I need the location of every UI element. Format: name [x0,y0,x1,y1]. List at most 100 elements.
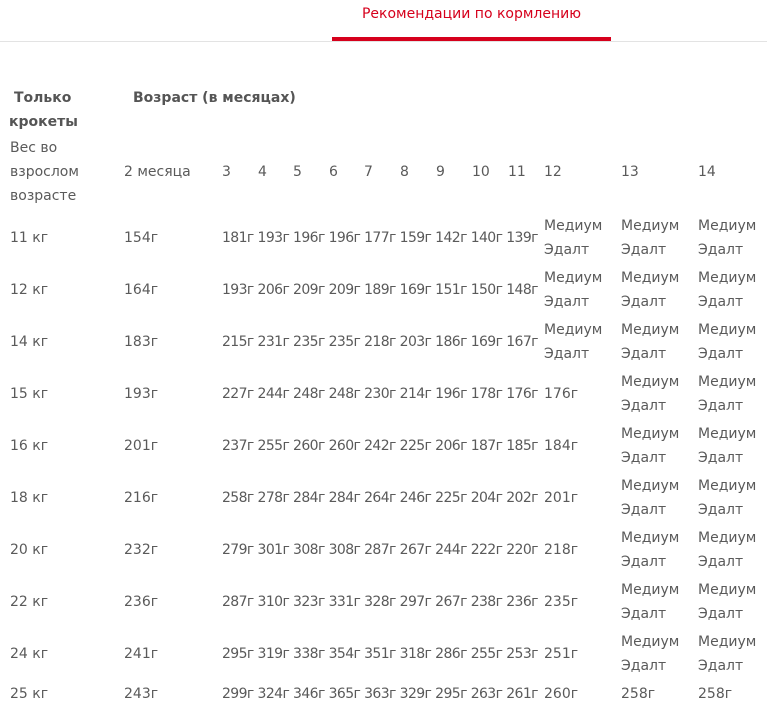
monthly-portions: 258г 278г 284г 284г 264г 246г 225г 204г … [222,490,539,506]
month-header: 4 [258,164,267,180]
medium-adult-text: Медиум [621,530,680,546]
header-kibble-only: Только крокеты [9,86,89,134]
medium-adult-text: Медиум [698,582,757,598]
medium-adult-text: Эдалт [698,294,744,310]
header-weight-line2: взрослом [10,164,79,180]
monthly-portions: 287г 310г 323г 331г 328г 297г 267г 238г … [222,594,539,610]
medium-adult-text: Медиум [698,322,757,338]
monthly-portions: 299г 324г 346г 365г 363г 329г 295г 263г … [222,686,539,702]
medium-adult-text: Эдалт [621,346,667,362]
two-month-cell: 193г [124,386,159,402]
medium-adult-note: Медиум Эдалт [621,318,679,366]
medium-adult-text: Эдалт [698,502,744,518]
medium-adult-note: Медиум Эдалт [621,214,679,262]
medium-adult-note: Медиум Эдалт [621,526,679,574]
monthly-portions: 279г 301г 308г 308г 287г 267г 244г 222г … [222,542,539,558]
medium-adult-text: Медиум [621,582,680,598]
medium-adult-note: Медиум Эдалт [544,318,602,366]
month-header: 12 [544,164,562,180]
tab-bar: Рекомендации по кормлению [0,0,767,42]
monthly-portions: 181г 193г 196г 196г 177г 159г 142г 140г … [222,230,539,246]
medium-adult-text: Эдалт [621,502,667,518]
table-row: 16 кг 201г 237г 255г 260г 260г 242г 225г 2… [0,420,767,472]
header-kibble-only-line1: Только [14,90,72,106]
month-14-cell: 258г [698,686,733,702]
medium-adult-text: Медиум [621,426,680,442]
header-kibble-only-line2: крокеты [9,114,78,130]
medium-adult-text: Эдалт [544,294,590,310]
medium-adult-note: Медиум Эдалт [698,370,756,418]
month-12-cell: 176г [544,386,579,402]
month-header: 8 [400,164,409,180]
weight-cell: 22 кг [10,594,49,610]
weight-cell: 14 кг [10,334,49,350]
month-12-cell: 260г [544,686,579,702]
medium-adult-text: Эдалт [698,450,744,466]
month-12-cell: 184г [544,438,579,454]
medium-adult-text: Медиум [621,218,680,234]
header-weight-line1: Вес во [10,140,58,156]
month-header: 2 месяца [124,164,191,180]
two-month-cell: 241г [124,646,159,662]
medium-adult-text: Медиум [621,322,680,338]
medium-adult-note: Медиум Эдалт [621,578,679,626]
header-age-months: Возраст (в месяцах) [133,90,296,106]
month-header: 14 [698,164,716,180]
medium-adult-text: Медиум [698,634,757,650]
weight-cell: 18 кг [10,490,49,506]
medium-adult-text: Эдалт [544,242,590,258]
two-month-cell: 154г [124,230,159,246]
medium-adult-note: Медиум Эдалт [698,266,756,314]
month-header: 11 [508,164,526,180]
medium-adult-text: Медиум [544,270,603,286]
monthly-portions: 295г 319г 338г 354г 351г 318г 286г 255г … [222,646,539,662]
month-12-cell: 218г [544,542,579,558]
weight-cell: 12 кг [10,282,49,298]
medium-adult-text: Медиум [698,374,757,390]
medium-adult-text: Эдалт [544,346,590,362]
tab-label: Рекомендации по кормлению [361,6,582,22]
medium-adult-note: Медиум Эдалт [698,526,756,574]
weight-cell: 15 кг [10,386,49,402]
medium-adult-text: Медиум [621,374,680,390]
month-header: 13 [621,164,639,180]
medium-adult-text: Эдалт [621,398,667,414]
medium-adult-text: Медиум [698,270,757,286]
table-row: 22 кг 236г 287г 310г 323г 331г 328г 297г 2… [0,576,767,628]
medium-adult-text: Эдалт [698,346,744,362]
medium-adult-text: Эдалт [698,554,744,570]
medium-adult-note: Медиум Эдалт [621,474,679,522]
month-header: 10 [472,164,490,180]
medium-adult-text: Эдалт [621,554,667,570]
medium-adult-note: Медиум Эдалт [544,266,602,314]
medium-adult-note: Медиум Эдалт [698,474,756,522]
medium-adult-text: Медиум [698,426,757,442]
medium-adult-note: Медиум Эдалт [698,214,756,262]
weight-cell: 11 кг [10,230,49,246]
tab-feeding-recommendations[interactable]: Рекомендации по кормлению [332,0,611,41]
medium-adult-text: Медиум [544,322,603,338]
month-13-cell: 258г [621,686,656,702]
two-month-cell: 243г [124,686,159,702]
medium-adult-text: Эдалт [621,450,667,466]
medium-adult-text: Медиум [544,218,603,234]
two-month-cell: 201г [124,438,159,454]
month-12-cell: 251г [544,646,579,662]
medium-adult-text: Медиум [698,530,757,546]
medium-adult-note: Медиум Эдалт [621,370,679,418]
table-row: 12 кг 164г 193г 206г 209г 209г 189г 169г 1… [0,264,767,316]
month-12-cell: 201г [544,490,579,506]
monthly-portions: 227г 244г 248г 248г 230г 214г 196г 178г … [222,386,539,402]
medium-adult-note: Медиум Эдалт [621,266,679,314]
table-row: 20 кг 232г 279г 301г 308г 308г 287г 267г 2… [0,524,767,576]
header-adult-weight: Вес во взрослом возрасте [10,136,110,208]
medium-adult-text: Эдалт [621,294,667,310]
medium-adult-note: Медиум Эдалт [698,422,756,470]
monthly-portions: 237г 255г 260г 260г 242г 225г 206г 187г … [222,438,539,454]
active-tab-indicator [332,37,611,41]
medium-adult-text: Медиум [698,218,757,234]
weight-cell: 25 кг [10,686,49,702]
medium-adult-note: Медиум Эдалт [544,214,602,262]
weight-cell: 20 кг [10,542,49,558]
two-month-cell: 164г [124,282,159,298]
